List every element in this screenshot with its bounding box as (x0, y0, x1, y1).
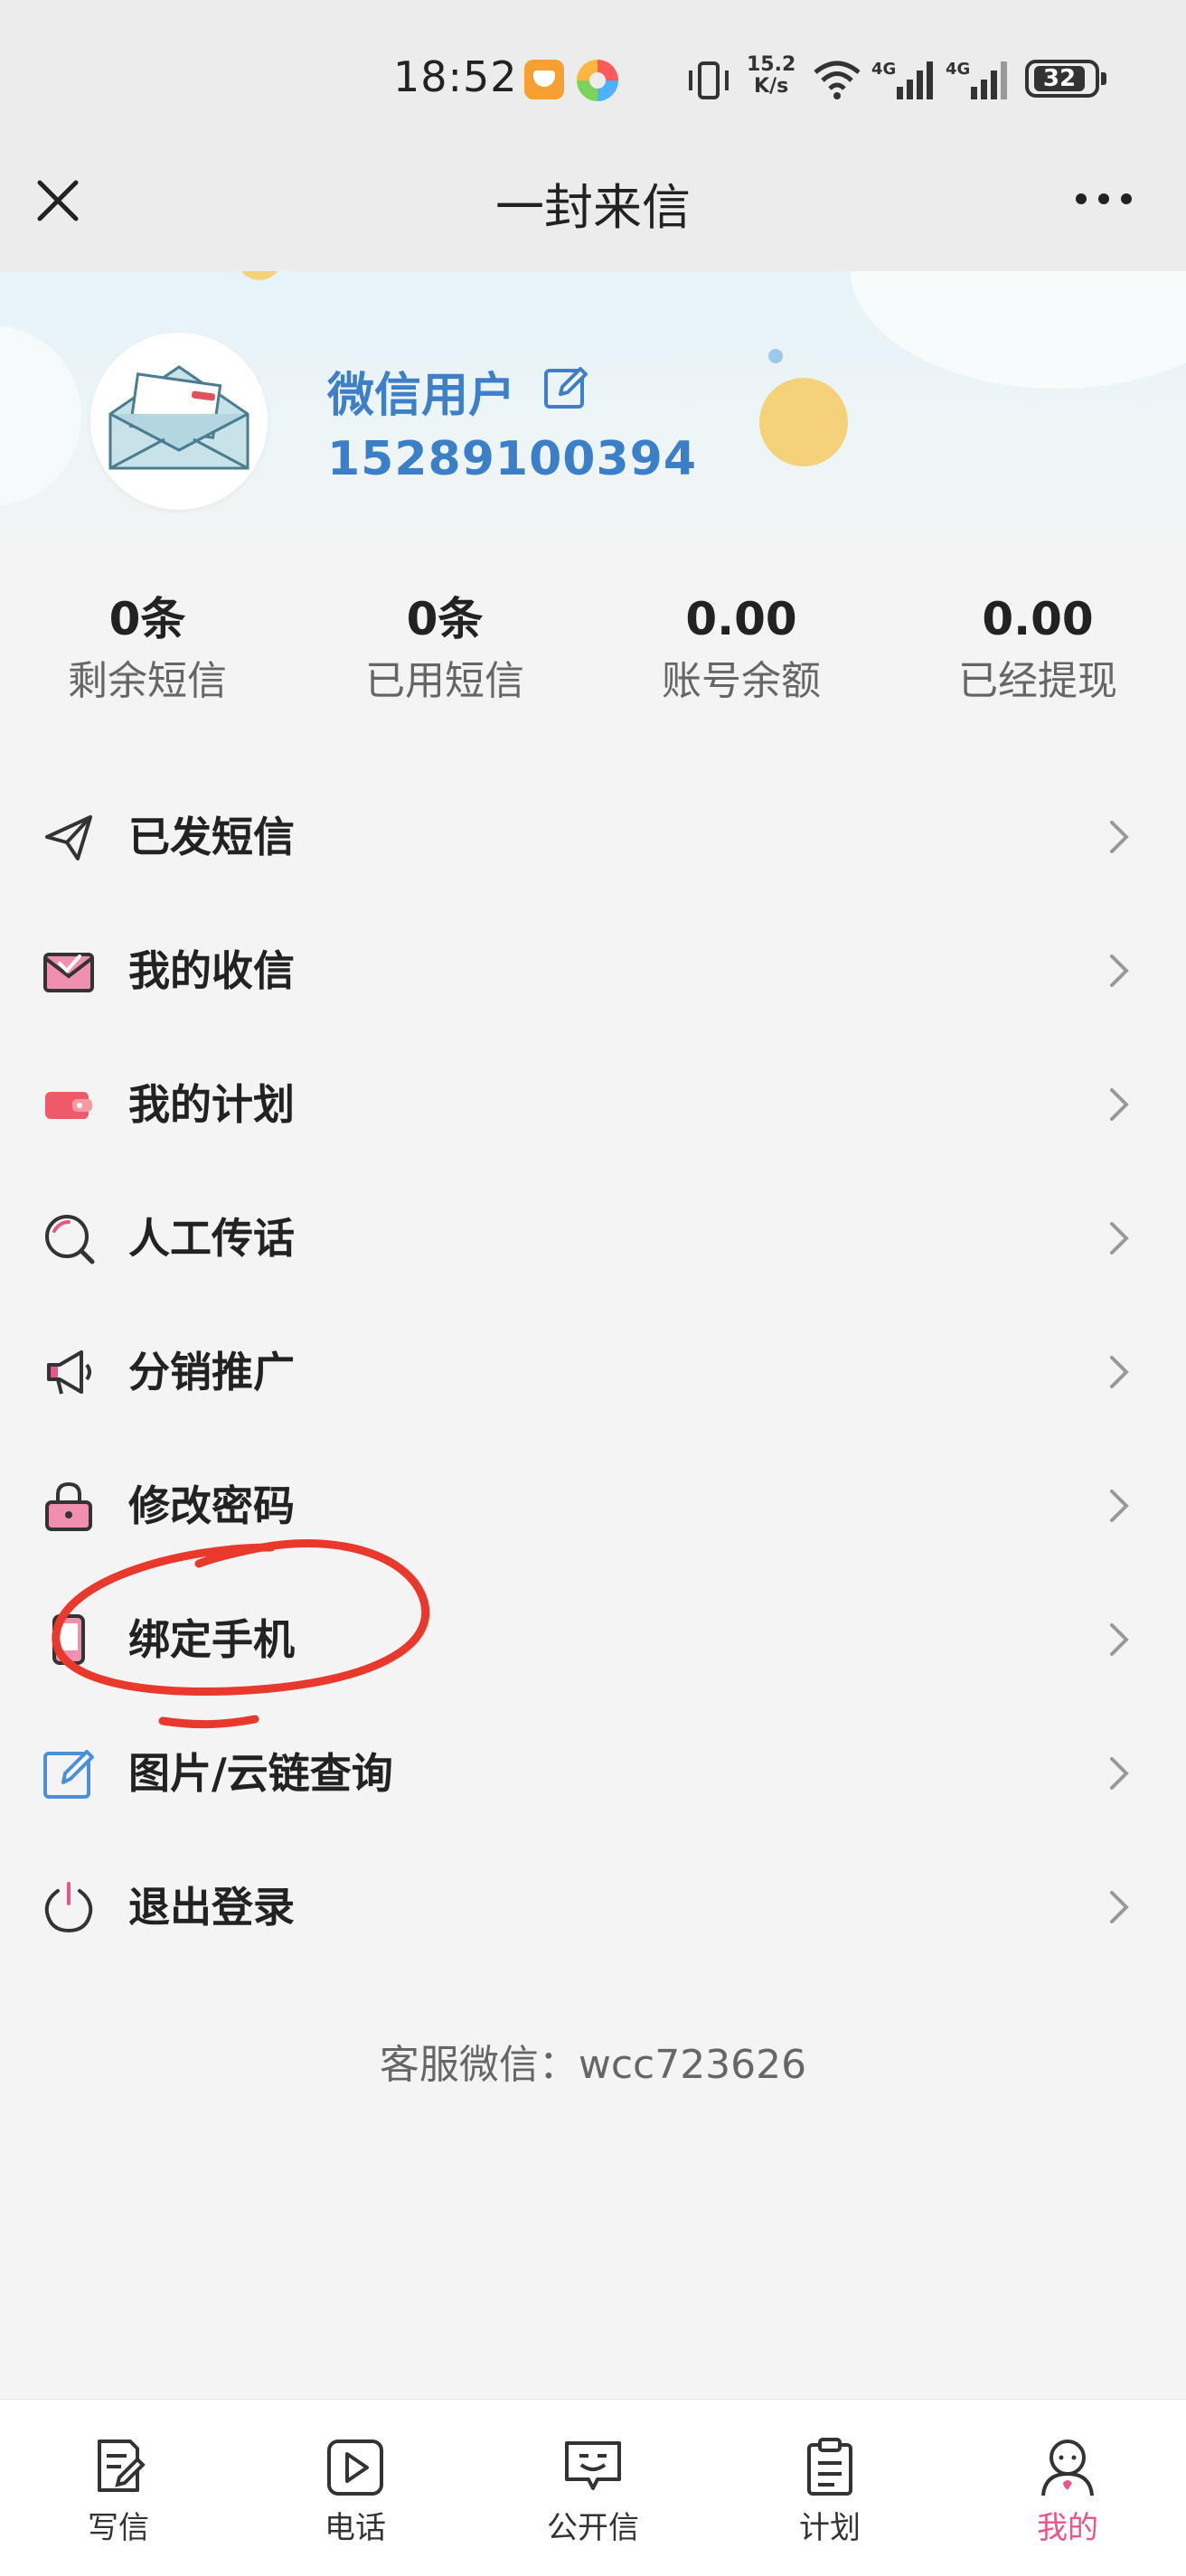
chevron-right-icon (1110, 821, 1129, 853)
menu-label: 分销推广 (128, 1348, 295, 1396)
nav-label: 电话 (325, 2510, 386, 2546)
svg-text:4G: 4G (871, 60, 896, 79)
app-notification-icon (524, 60, 564, 99)
menu-item-my-plan[interactable]: 我的计划 (0, 1038, 1186, 1171)
vibrate-icon (689, 61, 729, 99)
nav-item-mine[interactable]: 我的 (949, 2400, 1186, 2576)
menu-item-inbox[interactable]: 我的收信 (0, 904, 1186, 1038)
chevron-right-icon (1110, 1490, 1129, 1522)
stat-value: 0.00 (982, 593, 1094, 645)
decor-sun (759, 378, 848, 466)
nav-label: 计划 (799, 2510, 861, 2546)
status-bar: 18:52 15.2 K/s 4G 4G 32 (0, 0, 1186, 163)
menu-item-image-query[interactable]: 图片/云链查询 (0, 1706, 1186, 1840)
clipboard-icon (807, 2438, 852, 2496)
more-icon[interactable] (1072, 185, 1135, 212)
bottom-nav: 写信 电话 公开信 计划 我的 (0, 2399, 1186, 2576)
nav-item-plan[interactable]: 计划 (711, 2400, 948, 2576)
chevron-right-icon (1110, 1222, 1129, 1255)
chevron-right-icon (1110, 954, 1129, 987)
public-letter-icon (565, 2441, 621, 2490)
decor-circle-left (0, 325, 81, 506)
user-phone: 15289100394 (327, 432, 697, 486)
chevron-right-icon (1110, 1891, 1129, 1923)
stat-value: 0.00 (685, 593, 797, 645)
stat-label: 已用短信 (365, 658, 524, 704)
menu-item-distribution[interactable]: 分销推广 (0, 1305, 1186, 1439)
stat-label: 剩余短信 (68, 658, 227, 704)
stat-withdrawn[interactable]: 0.00 已经提现 (920, 589, 1155, 709)
chevron-right-icon (1110, 1623, 1129, 1656)
video-call-icon (327, 2440, 383, 2496)
avatar[interactable] (90, 333, 268, 510)
stat-value: 0条 (406, 593, 484, 645)
svg-text:4G: 4G (946, 60, 970, 79)
lock-icon (45, 1481, 92, 1531)
customer-service-wechat: 客服微信：wcc723626 (379, 2042, 807, 2088)
nav-label: 我的 (1037, 2510, 1098, 2546)
decor-circle (850, 271, 1186, 389)
decor-half-sun (237, 271, 282, 280)
stat-value: 0条 (108, 593, 186, 645)
menu-label: 修改密码 (128, 1481, 295, 1530)
nav-label: 写信 (88, 2510, 149, 2546)
send-icon (45, 815, 92, 860)
battery-icon: 32 (1025, 60, 1106, 98)
menu-label: 我的计划 (128, 1080, 295, 1129)
nav-item-phone[interactable]: 电话 (237, 2400, 474, 2576)
nav-item-public-letter[interactable]: 公开信 (475, 2400, 711, 2576)
edit-icon[interactable] (541, 362, 591, 412)
search-chat-icon (45, 1215, 95, 1264)
signal-icon: 4G (871, 60, 933, 99)
menu-item-bind-phone[interactable]: 绑定手机 (0, 1573, 1186, 1706)
menu-label: 图片/云链查询 (128, 1749, 393, 1798)
power-icon (44, 1882, 93, 1933)
menu-label: 退出登录 (128, 1883, 295, 1932)
stat-label: 已经提现 (958, 658, 1117, 704)
stat-used-sms[interactable]: 0条 已用短信 (327, 589, 562, 709)
username: 微信用户 (327, 369, 516, 423)
menu-item-change-password[interactable]: 修改密码 (0, 1439, 1186, 1573)
menu-label: 人工传话 (128, 1214, 295, 1263)
wifi-icon (814, 61, 861, 99)
nav-item-write[interactable]: 写信 (0, 2400, 237, 2576)
chevron-right-icon (1110, 1088, 1129, 1121)
stat-balance[interactable]: 0.00 账号余额 (624, 589, 859, 709)
inbox-icon (43, 953, 94, 992)
battery-level: 32 (1034, 66, 1085, 91)
signal-icon-2: 4G (946, 60, 1007, 99)
app-notification-icon-2 (577, 60, 618, 101)
menu-item-sent-sms[interactable]: 已发短信 (0, 770, 1186, 904)
page-title: 一封来信 (495, 179, 691, 236)
menu-label: 我的收信 (128, 946, 295, 995)
envelope-icon (108, 365, 249, 470)
profile-icon (1041, 2440, 1094, 2496)
menu-label: 已发短信 (128, 813, 295, 861)
chevron-right-icon (1110, 1356, 1129, 1388)
menu-label: 绑定手机 (128, 1615, 295, 1664)
status-time: 18:52 (393, 52, 518, 101)
decor-dot (768, 349, 783, 363)
stats-row: 0条 剩余短信 0条 已用短信 0.00 账号余额 0.00 已经提现 (0, 589, 1186, 716)
edit-icon (43, 1750, 94, 1799)
chevron-right-icon (1110, 1757, 1129, 1790)
stat-label: 账号余额 (662, 658, 821, 704)
nav-label: 公开信 (547, 2510, 639, 2546)
megaphone-icon (47, 1350, 91, 1395)
menu-item-manual-relay[interactable]: 人工传话 (0, 1171, 1186, 1305)
phone-icon (52, 1614, 85, 1665)
write-icon (98, 2440, 146, 2492)
stat-remaining-sms[interactable]: 0条 剩余短信 (30, 589, 265, 709)
plan-icon (45, 1092, 92, 1119)
menu-item-logout[interactable]: 退出登录 (0, 1840, 1186, 1974)
network-speed: 15.2 K/s (747, 53, 796, 98)
